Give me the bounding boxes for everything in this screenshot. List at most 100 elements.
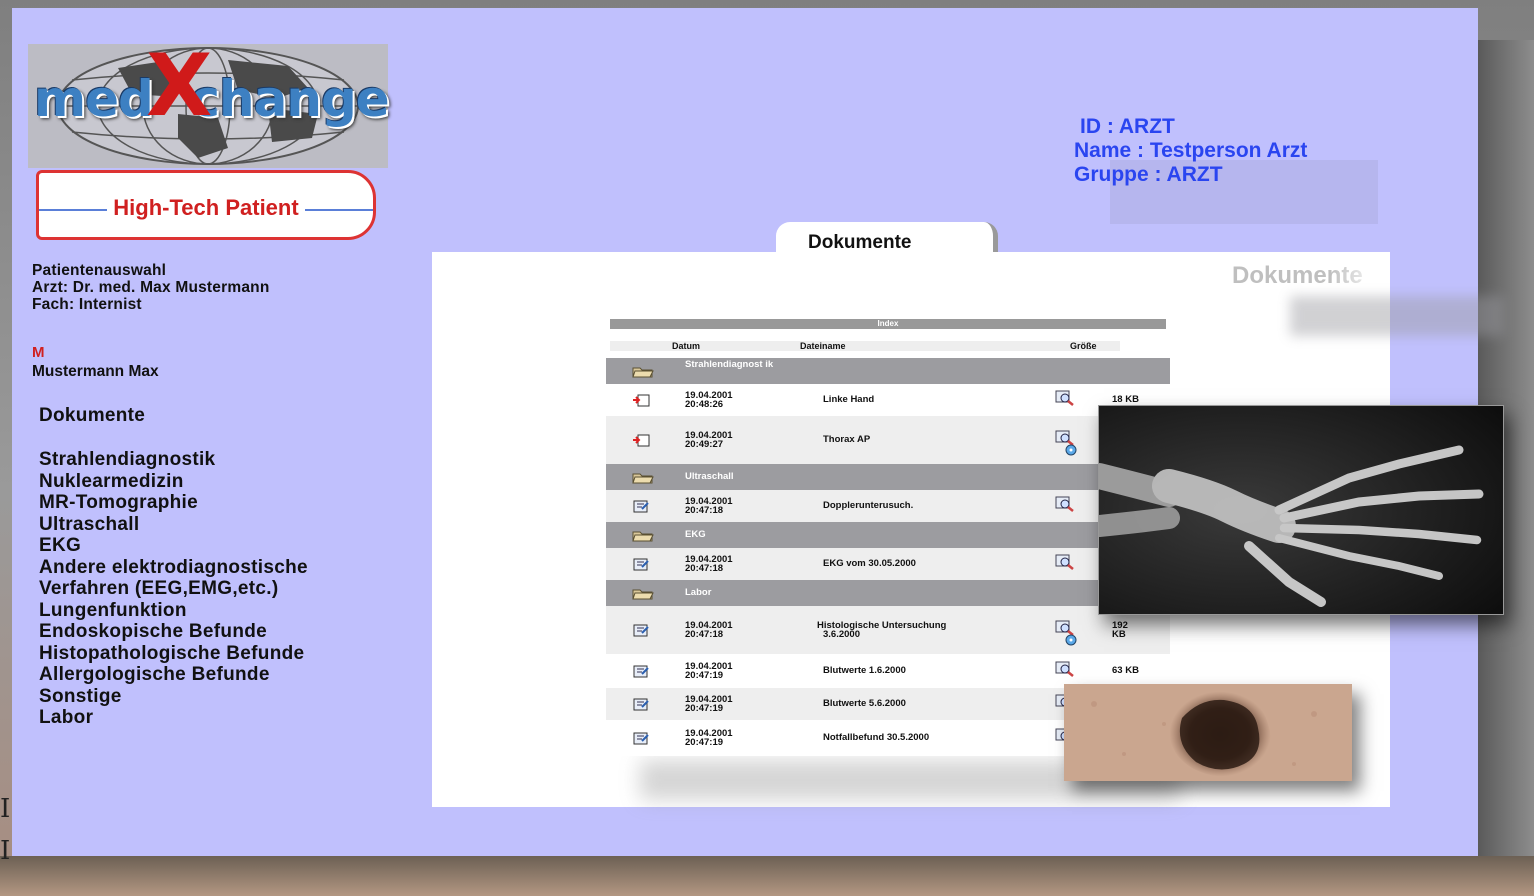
document-icon[interactable] [632, 732, 649, 745]
background-floor [0, 856, 1534, 896]
group-name: EKG [685, 529, 706, 540]
row-filename[interactable]: Linke Hand [823, 395, 874, 405]
medxchange-logo[interactable]: medXchange X [28, 36, 390, 168]
table-row[interactable]: 19.04.2001 20:47:18 EKG vom 30.05.2000 [606, 548, 1170, 580]
row-time: 20:47:18 [685, 563, 724, 574]
red-document-icon[interactable] [632, 394, 650, 407]
logo-x: X [146, 36, 213, 136]
user-name: Name : Testperson Arzt [1074, 139, 1308, 162]
high-tech-patient-banner[interactable]: High-Tech Patient [36, 170, 376, 240]
skin-lesion-icon [1064, 684, 1352, 781]
group-name: Ultraschall [685, 471, 734, 482]
row-datetime: 19.04.2001 20:47:19 [685, 729, 733, 748]
nav-category-ekg[interactable]: EKG [39, 535, 308, 557]
table-row[interactable]: 19.04.2001 20:49:27 Thorax AP [606, 416, 1170, 464]
folder-icon [632, 471, 654, 484]
user-group: Gruppe : ARZT [1074, 163, 1223, 186]
row-size: 192 KB [1112, 621, 1128, 640]
view-magnifier-icon[interactable] [1055, 390, 1074, 406]
row-filename[interactable]: Dopplerunterusuch. [823, 501, 913, 511]
view-magnifier-icon[interactable] [1055, 554, 1074, 570]
column-header-date[interactable]: Datum [672, 341, 700, 351]
row-time: 20:47:19 [685, 737, 724, 748]
row-time: 20:48:26 [685, 399, 724, 410]
row-filename[interactable]: Blutwerte 1.6.2000 [823, 666, 906, 676]
row-filename[interactable]: Blutwerte 5.6.2000 [823, 699, 906, 709]
row-datetime: 19.04.2001 20:49:27 [685, 431, 733, 450]
view-magnifier-icon[interactable] [1055, 620, 1077, 646]
column-header-filename[interactable]: Dateiname [800, 341, 846, 351]
table-group-row[interactable]: Labor [606, 580, 1170, 606]
document-icon[interactable] [632, 665, 649, 678]
logo-text-change: change [190, 70, 389, 128]
folder-icon [632, 587, 654, 600]
nav-category-verfahren[interactable]: Verfahren (EEG,EMG,etc.) [39, 578, 308, 600]
nav-documents[interactable]: Dokumente [39, 405, 145, 427]
row-time: 20:47:18 [685, 629, 724, 640]
stray-glyph: I [0, 836, 11, 866]
row-size: 63 KB [1112, 665, 1139, 676]
group-name: Strahlendiagnost ik [685, 359, 774, 370]
row-datetime: 19.04.2001 20:47:18 [685, 621, 733, 640]
table-group-row[interactable]: EKG [606, 522, 1170, 548]
row-datetime: 19.04.2001 20:47:19 [685, 662, 733, 681]
patient-selection-info: Patientenauswahl Arzt: Dr. med. Max Must… [32, 262, 269, 313]
table-row[interactable]: 19.04.2001 20:47:19 Blutwerte 1.6.2000 63 K… [606, 654, 1170, 688]
row-filename[interactable]: Histologische Untersuchung 3.6.2000 [817, 621, 946, 640]
patient-selection-link[interactable]: Patientenauswahl [32, 262, 269, 279]
nav-category-strahlendiagnostik[interactable]: Strahlendiagnostik [39, 449, 308, 471]
nav-category-sonstige[interactable]: Sonstige [39, 686, 308, 708]
male-marker-icon: M [32, 344, 45, 361]
view-magnifier-icon[interactable] [1055, 496, 1074, 512]
folder-icon [632, 529, 654, 542]
row-datetime: 19.04.2001 20:47:18 [685, 497, 733, 516]
table-row[interactable]: 19.04.2001 20:47:18 Histologische Untersuc… [606, 606, 1170, 654]
table-row[interactable]: 19.04.2001 20:47:18 Dopplerunterusuch. [606, 490, 1170, 522]
nav-category-andere-elektrodiagnostische[interactable]: Andere elektrodiagnostische [39, 557, 308, 579]
row-time: 20:47:19 [685, 703, 724, 714]
red-document-icon[interactable] [632, 434, 650, 447]
nav-category-mr-tomographie[interactable]: MR-Tomographie [39, 492, 308, 514]
panel-title: Dokumente [1232, 262, 1363, 289]
nav-category-ultraschall[interactable]: Ultraschall [39, 514, 308, 536]
nav-category-labor[interactable]: Labor [39, 707, 308, 729]
nav-category-allergologische-befunde[interactable]: Allergologische Befunde [39, 664, 308, 686]
patient-name[interactable]: Mustermann Max [32, 363, 159, 381]
nav-category-endoskopische-befunde[interactable]: Endoskopische Befunde [39, 621, 308, 643]
tab-label: Dokumente [808, 232, 912, 253]
column-header-size[interactable]: Größe [1070, 341, 1097, 351]
row-datetime: 19.04.2001 20:48:26 [685, 391, 733, 410]
row-filename[interactable]: Notfallbefund 30.5.2000 [823, 733, 929, 743]
row-size: 18 KB [1112, 394, 1139, 405]
row-time: 20:47:18 [685, 505, 724, 516]
document-icon[interactable] [632, 698, 649, 711]
doctor-specialty: Fach: Internist [32, 296, 142, 313]
table-group-row[interactable]: Ultraschall [606, 464, 1170, 490]
user-id: ID : ARZT [1080, 115, 1175, 138]
doctor-name: Arzt: Dr. med. Max Mustermann [32, 279, 270, 296]
table-group-row[interactable]: Strahlendiagnost ik [606, 358, 1170, 384]
xray-hand-icon [1086, 406, 1503, 614]
row-datetime: 19.04.2001 20:47:19 [685, 695, 733, 714]
row-filename[interactable]: EKG vom 30.05.2000 [823, 559, 916, 569]
nav-category-nuklearmedizin[interactable]: Nuklearmedizin [39, 471, 308, 493]
row-size-line: KB [1112, 629, 1126, 640]
tab-dokumente[interactable]: Dokumente [776, 222, 998, 256]
row-filename[interactable]: Thorax AP [823, 435, 870, 445]
user-info: ID : ARZT Name : Testperson Arzt Gruppe … [1074, 115, 1307, 187]
title-shadow [1290, 296, 1504, 336]
xray-hand-image[interactable] [1086, 405, 1504, 615]
skin-lesion-image[interactable] [1064, 684, 1352, 781]
category-nav: Strahlendiagnostik Nuklearmedizin MR-Tom… [39, 449, 308, 729]
document-icon[interactable] [632, 500, 649, 513]
index-header: Index [610, 319, 1166, 329]
document-icon[interactable] [632, 558, 649, 571]
row-time: 20:47:19 [685, 670, 724, 681]
table-row[interactable]: 19.04.2001 20:48:26 Linke Hand 18 KB [606, 384, 1170, 416]
document-icon[interactable] [632, 624, 649, 637]
nav-category-histopathologische-befunde[interactable]: Histopathologische Befunde [39, 643, 308, 665]
view-magnifier-icon[interactable] [1055, 430, 1077, 456]
nav-category-lungenfunktion[interactable]: Lungenfunktion [39, 600, 308, 622]
view-magnifier-icon[interactable] [1055, 661, 1074, 677]
row-time: 20:49:27 [685, 439, 724, 450]
